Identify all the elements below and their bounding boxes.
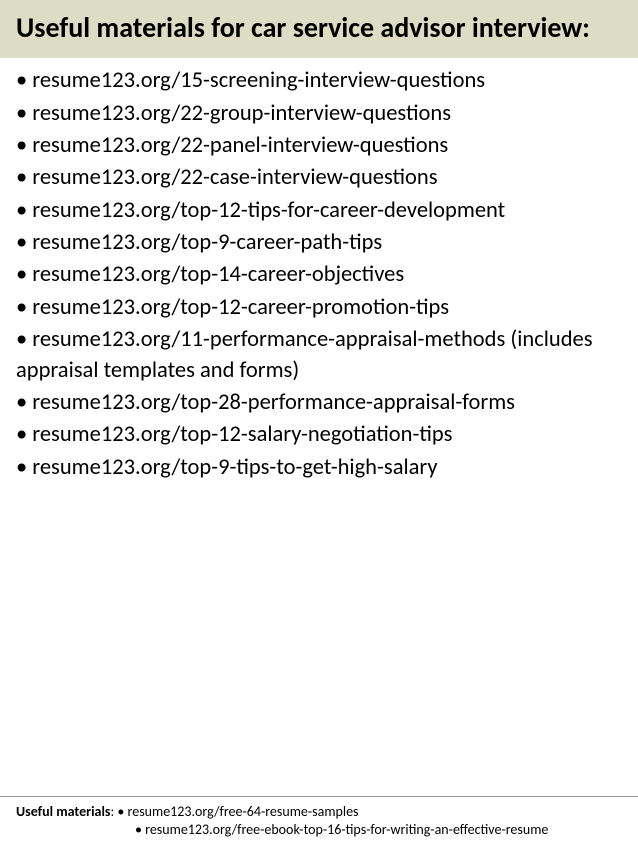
footer: Useful materials: • resume123.org/free-6… (0, 796, 638, 851)
list-item: • resume123.org/top-9-tips-to-get-high-s… (16, 453, 622, 483)
list-item: • resume123.org/11-performance-appraisal… (16, 325, 622, 386)
footer-line-2: • resume123.org/free-ebook-top-16-tips-f… (16, 821, 622, 839)
header-banner: Useful materials for car service advisor… (0, 0, 638, 58)
list-item: • resume123.org/15-screening-interview-q… (16, 66, 622, 96)
list-item: • resume123.org/22-panel-interview-quest… (16, 131, 622, 161)
list-item: • resume123.org/top-12-tips-for-career-d… (16, 196, 622, 226)
footer-label: Useful materials (16, 803, 110, 820)
content-area: • resume123.org/15-screening-interview-q… (0, 58, 638, 795)
list-item: • resume123.org/top-28-performance-appra… (16, 388, 622, 418)
list-item: • resume123.org/top-9-career-path-tips (16, 228, 622, 258)
footer-line-1: Useful materials: • resume123.org/free-6… (16, 803, 622, 821)
list-item: • resume123.org/22-group-interview-quest… (16, 99, 622, 129)
list-item: • resume123.org/top-12-salary-negotiatio… (16, 420, 622, 450)
page-title: Useful materials for car service advisor… (16, 12, 622, 44)
list-item: • resume123.org/22-case-interview-questi… (16, 163, 622, 193)
footer-link-1: • resume123.org/free-64-resume-samples (117, 803, 358, 820)
list-item: • resume123.org/top-14-career-objectives (16, 260, 622, 290)
list-item: • resume123.org/top-12-career-promotion-… (16, 293, 622, 323)
footer-link-2: • resume123.org/free-ebook-top-16-tips-f… (135, 821, 548, 838)
